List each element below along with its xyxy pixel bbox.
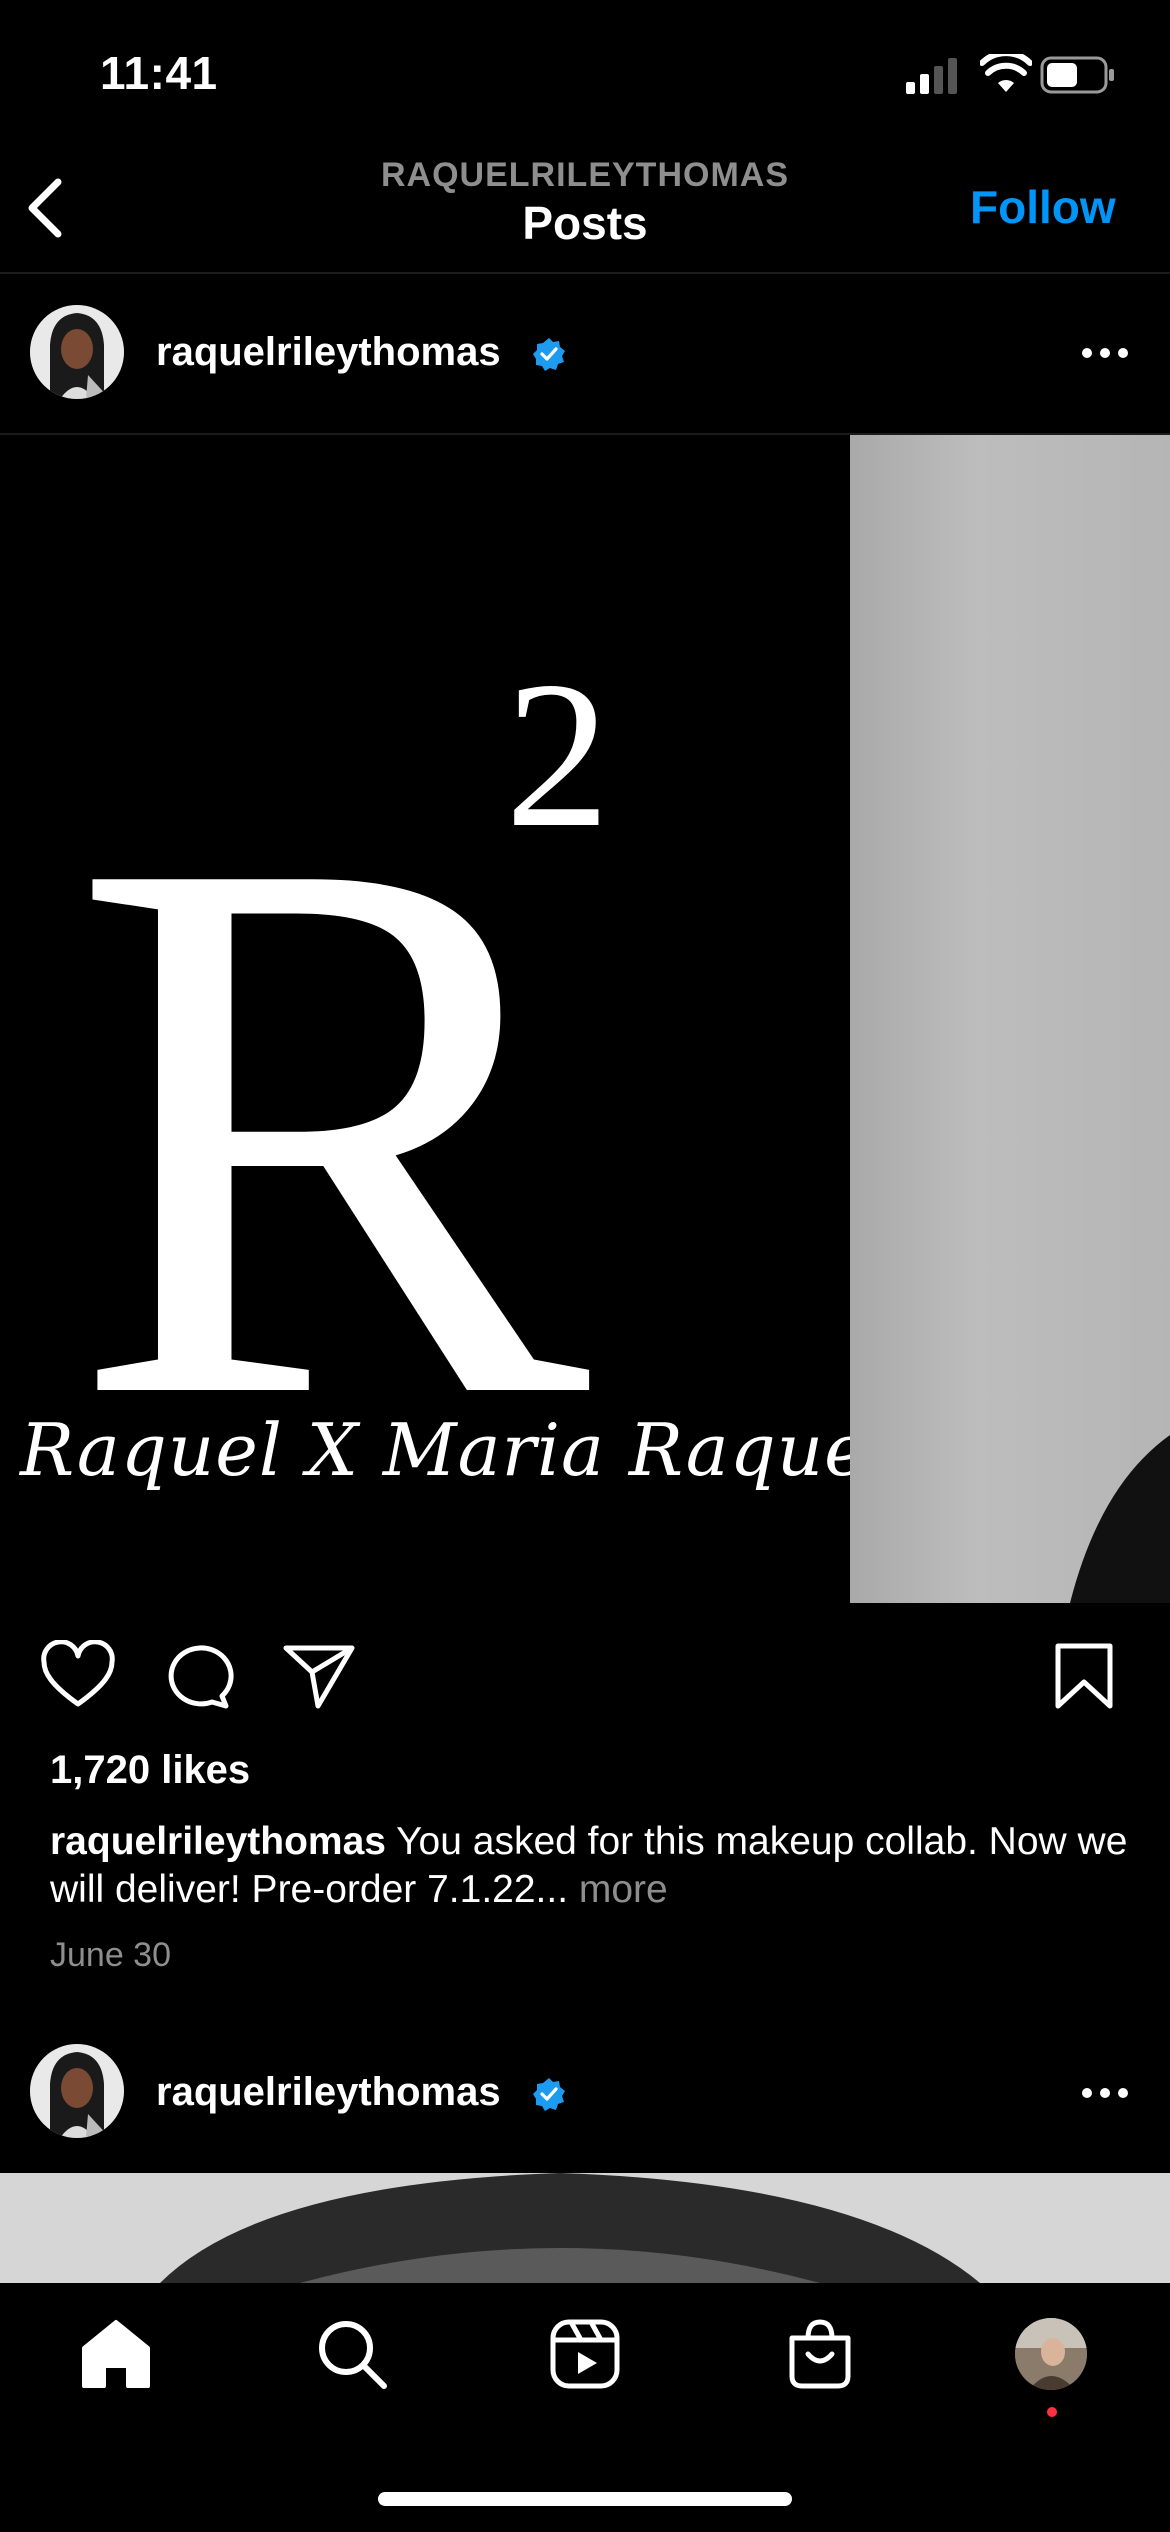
shop-icon[interactable] [780,2314,860,2394]
reels-icon[interactable] [545,2314,625,2394]
battery-icon [1040,56,1114,94]
divider [0,272,1170,274]
avatar[interactable] [30,305,124,399]
portrait-edge [1070,1435,1170,1603]
avatar-image [30,305,124,399]
likes-count[interactable]: 1,720 likes [50,1748,250,1793]
verified-badge-icon [533,338,565,371]
heart-icon[interactable] [40,1640,116,1710]
post-username[interactable]: raquelrileythomas [156,330,501,375]
share-icon[interactable] [282,1640,358,1710]
logo-script: Raquel X Maria Raquel [18,1408,850,1492]
verified-badge-icon [533,2078,565,2111]
status-time: 11:41 [100,47,218,99]
home-icon[interactable] [76,2314,156,2394]
home-indicator [378,2492,792,2506]
bookmark-icon[interactable] [1046,1640,1122,1710]
post-image-right-panel [850,435,1170,1603]
wifi-icon [980,54,1032,92]
profile-avatar[interactable] [1015,2318,1087,2390]
cellular-signal-icon [906,58,957,94]
post-image[interactable]: R 2 Raquel X Maria Raquel [0,435,1170,1603]
portrait-top [0,2173,1170,2283]
follow-button[interactable]: Follow [970,180,1116,234]
caption-more-link[interactable]: more [568,1868,668,1911]
avatar[interactable] [30,2044,124,2138]
search-icon[interactable] [312,2314,392,2394]
profile-avatar-image [1015,2318,1087,2390]
more-icon[interactable] [1079,343,1131,363]
caption-username[interactable]: raquelrileythomas [50,1820,386,1863]
post-caption: raquelrileythomas You asked for this mak… [50,1818,1130,1914]
comment-icon[interactable] [160,1640,236,1710]
post-date: June 30 [50,1936,171,1974]
more-icon[interactable] [1079,2083,1131,2103]
post-username[interactable]: raquelrileythomas [156,2070,501,2115]
post-image[interactable] [0,2173,1170,2283]
r2-logo: R 2 Raquel X Maria Raquel [18,639,850,1559]
notification-dot [1047,2407,1057,2417]
logo-superscript: 2 [505,639,610,871]
avatar-image [30,2044,124,2138]
